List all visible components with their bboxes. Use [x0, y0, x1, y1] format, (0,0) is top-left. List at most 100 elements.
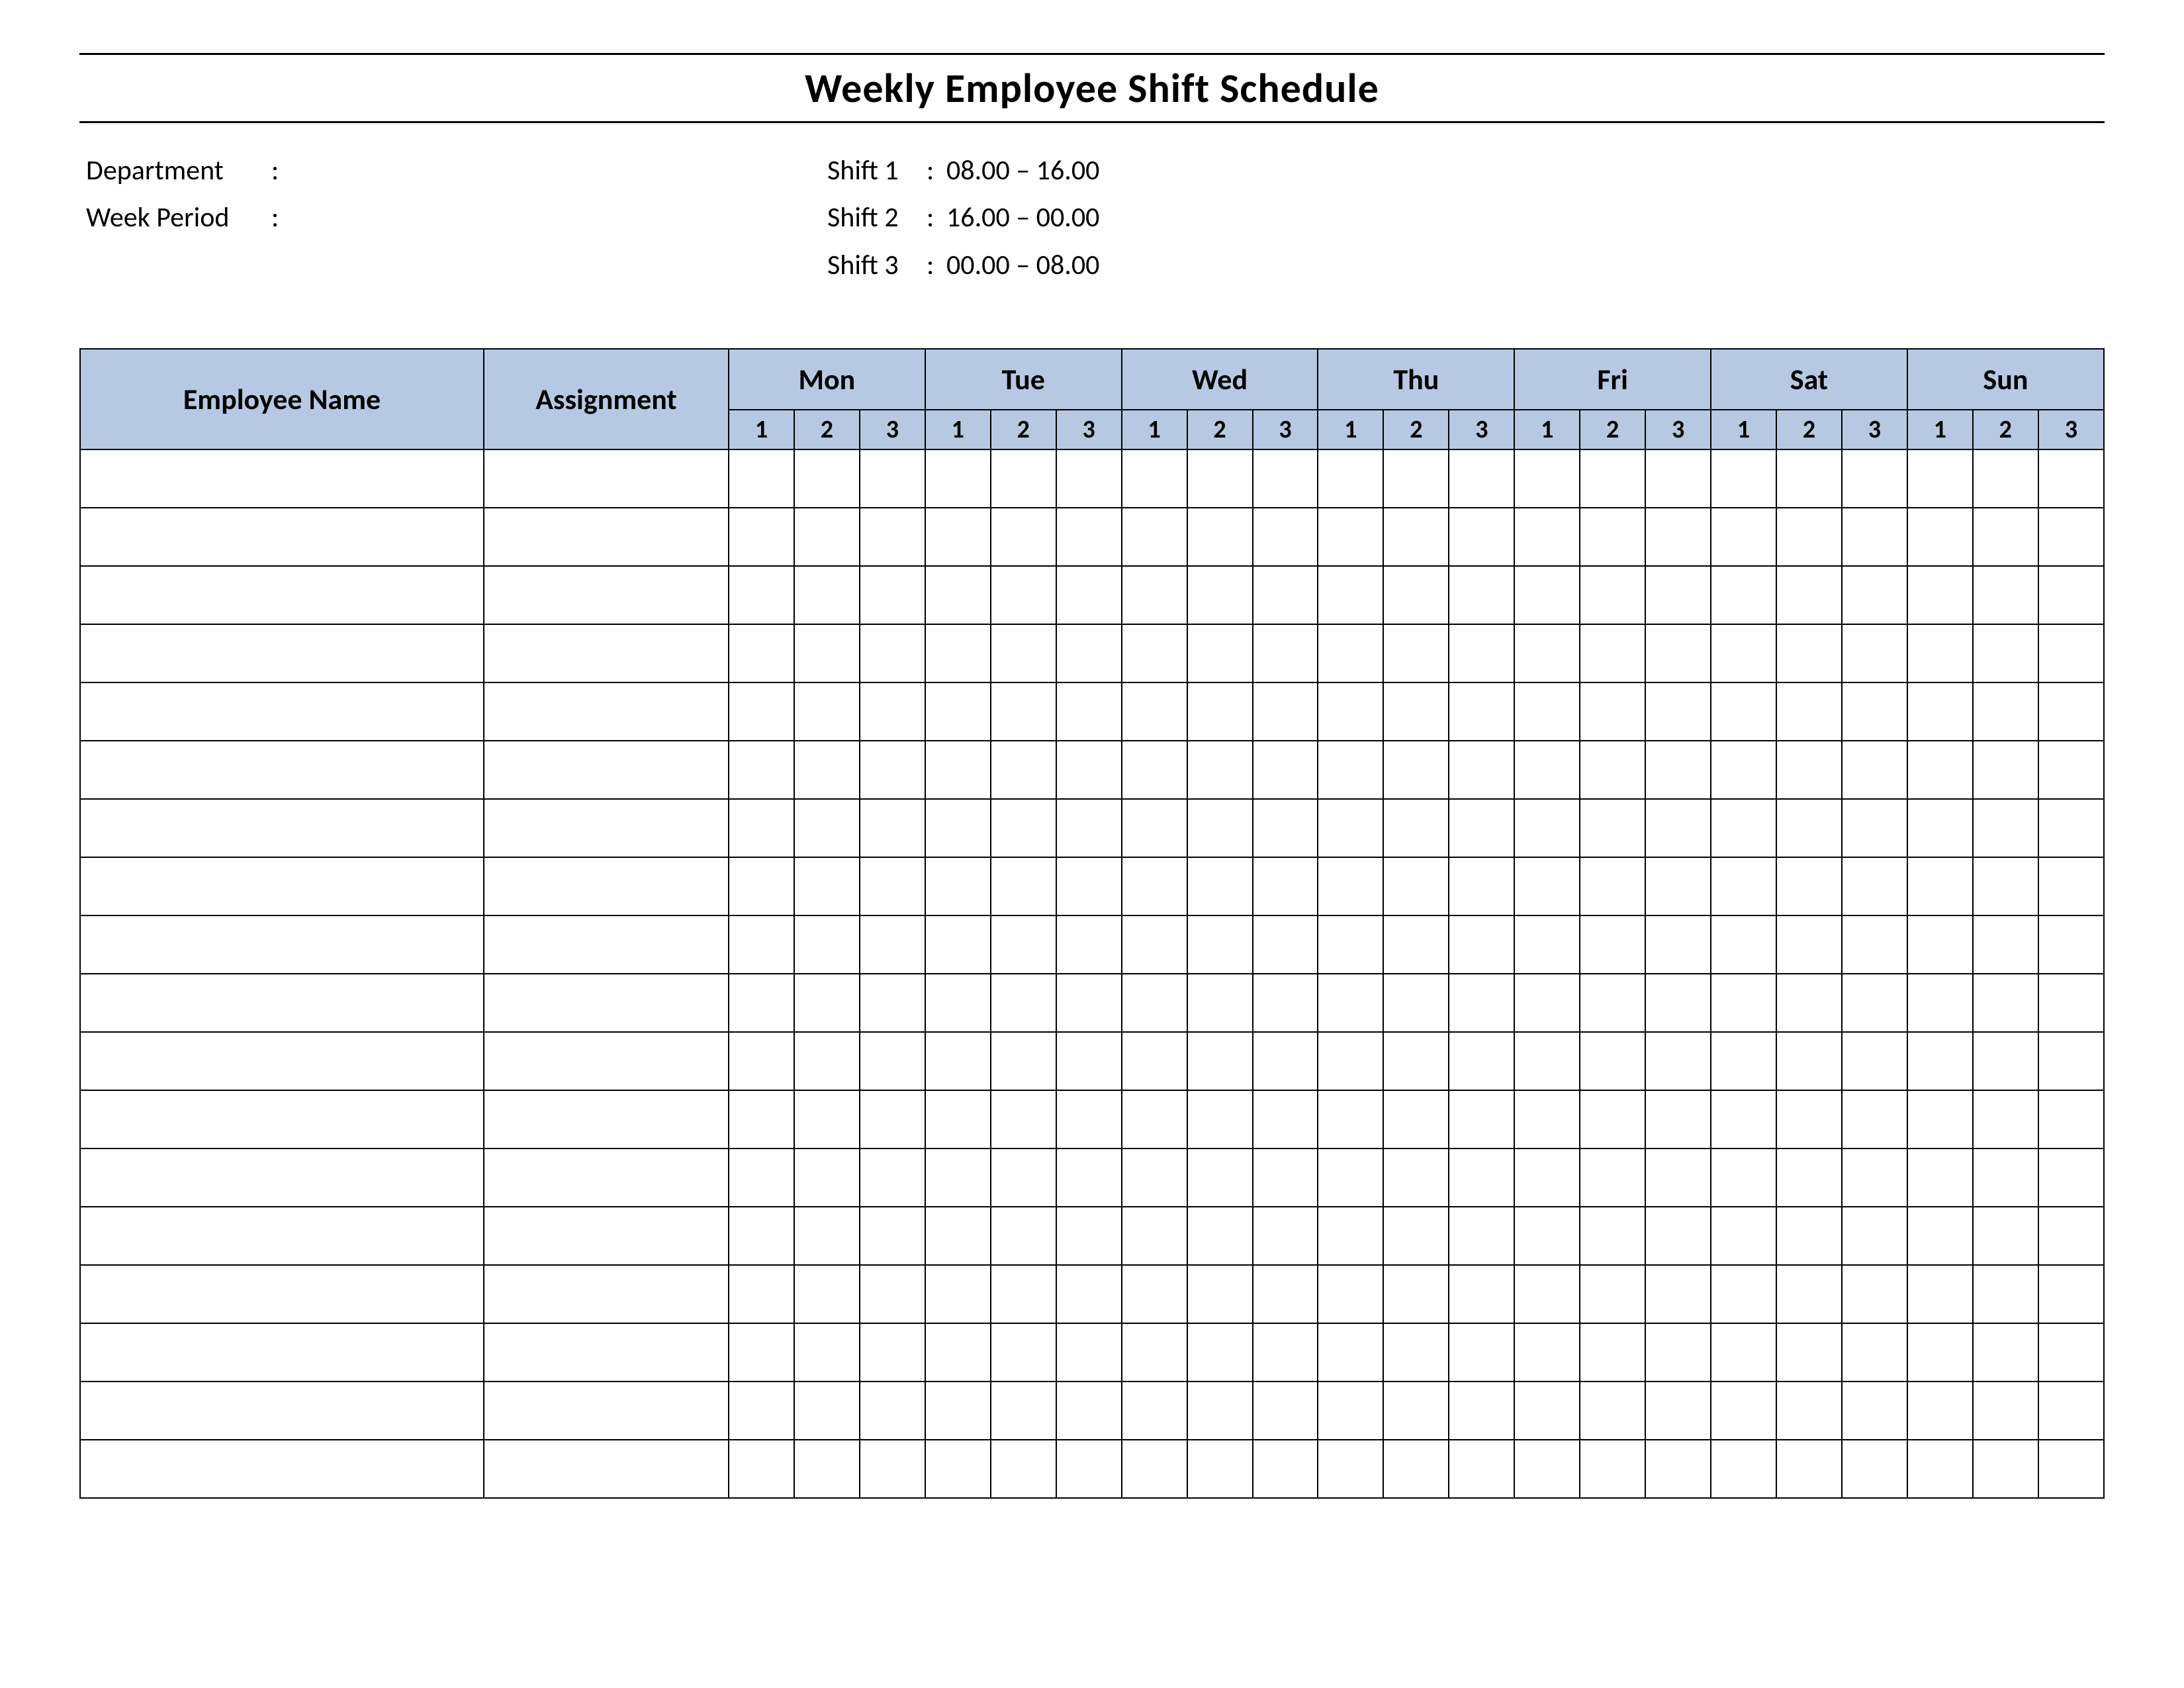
cell-shift — [2038, 682, 2104, 741]
cell-employee-name — [80, 508, 484, 566]
table-row — [80, 974, 2104, 1032]
cell-shift — [794, 1207, 860, 1265]
day-header: Thu — [1318, 349, 1514, 410]
cell-assignment — [484, 1090, 729, 1149]
cell-shift — [1645, 1440, 1711, 1498]
cell-shift — [1253, 1323, 1318, 1382]
cell-shift — [1907, 741, 1973, 799]
cell-shift — [1580, 1440, 1645, 1498]
cell-shift — [794, 508, 860, 566]
cell-shift — [991, 857, 1056, 915]
cell-shift — [1973, 974, 2038, 1032]
page-title: Weekly Employee Shift Schedule — [79, 63, 2105, 113]
cell-shift — [1776, 508, 1842, 566]
cell-shift — [794, 741, 860, 799]
cell-shift — [1383, 1090, 1449, 1149]
cell-shift — [1514, 508, 1580, 566]
cell-shift — [1383, 682, 1449, 741]
cell-shift — [1973, 566, 2038, 624]
cell-shift — [1645, 1032, 1711, 1090]
cell-shift — [1056, 915, 1122, 974]
cell-shift — [1514, 741, 1580, 799]
cell-shift — [1514, 857, 1580, 915]
cell-shift — [1580, 1032, 1645, 1090]
cell-shift — [1645, 508, 1711, 566]
cell-shift — [1842, 1265, 1907, 1323]
shift-number-header: 3 — [1645, 410, 1711, 449]
cell-shift — [1776, 449, 1842, 508]
shift-number-header: 2 — [1580, 410, 1645, 449]
cell-employee-name — [80, 1090, 484, 1149]
cell-shift — [1187, 1440, 1253, 1498]
cell-shift — [1711, 449, 1776, 508]
cell-shift — [860, 915, 925, 974]
cell-shift — [925, 857, 991, 915]
cell-employee-name — [80, 449, 484, 508]
cell-shift — [1645, 1265, 1711, 1323]
cell-shift — [1645, 857, 1711, 915]
cell-shift — [1449, 1440, 1514, 1498]
cell-shift — [729, 1149, 794, 1207]
cell-shift — [1383, 624, 1449, 682]
shift-number-header: 1 — [1318, 410, 1383, 449]
cell-shift — [729, 1032, 794, 1090]
cell-shift — [1187, 1032, 1253, 1090]
table-row — [80, 1090, 2104, 1149]
cell-shift — [794, 1032, 860, 1090]
cell-shift — [1514, 1323, 1580, 1382]
cell-shift — [1318, 449, 1383, 508]
cell-shift — [1645, 682, 1711, 741]
cell-shift — [1776, 1032, 1842, 1090]
cell-shift — [1776, 1323, 1842, 1382]
cell-shift — [1645, 624, 1711, 682]
cell-shift — [1253, 624, 1318, 682]
cell-shift — [1383, 1032, 1449, 1090]
cell-shift — [1383, 1265, 1449, 1323]
cell-shift — [1253, 449, 1318, 508]
cell-shift — [1711, 974, 1776, 1032]
cell-shift — [1122, 1149, 1187, 1207]
cell-shift — [794, 1382, 860, 1440]
cell-shift — [1056, 974, 1122, 1032]
cell-shift — [991, 915, 1056, 974]
cell-shift — [1645, 449, 1711, 508]
cell-employee-name — [80, 974, 484, 1032]
cell-shift — [1973, 1382, 2038, 1440]
cell-shift — [2038, 1440, 2104, 1498]
cell-shift — [1318, 741, 1383, 799]
cell-shift — [1973, 1032, 2038, 1090]
cell-shift — [1514, 799, 1580, 857]
shift-number-header: 2 — [1187, 410, 1253, 449]
cell-shift — [1514, 1207, 1580, 1265]
cell-shift — [860, 1207, 925, 1265]
cell-shift — [1187, 1323, 1253, 1382]
cell-shift — [1187, 1265, 1253, 1323]
day-header: Mon — [729, 349, 925, 410]
cell-shift — [1711, 915, 1776, 974]
cell-shift — [1383, 799, 1449, 857]
meta-block: Department : Week Period : Shift 1 : 08.… — [79, 147, 2105, 289]
cell-assignment — [484, 799, 729, 857]
cell-shift — [1580, 1323, 1645, 1382]
cell-shift — [1449, 799, 1514, 857]
cell-shift — [991, 624, 1056, 682]
meta-department-row: Department : — [86, 147, 788, 194]
cell-shift — [1056, 741, 1122, 799]
meta-sep: : — [927, 147, 946, 194]
cell-shift — [1056, 1323, 1122, 1382]
cell-shift — [1318, 624, 1383, 682]
cell-shift — [1973, 1090, 2038, 1149]
cell-shift — [1776, 682, 1842, 741]
cell-shift — [2038, 1090, 2104, 1149]
cell-shift — [1842, 799, 1907, 857]
cell-shift — [1187, 624, 1253, 682]
cell-shift — [1907, 974, 1973, 1032]
cell-assignment — [484, 449, 729, 508]
cell-shift — [1645, 566, 1711, 624]
cell-shift — [860, 1440, 925, 1498]
cell-shift — [2038, 915, 2104, 974]
cell-shift — [1842, 624, 1907, 682]
cell-shift — [2038, 1032, 2104, 1090]
cell-shift — [1842, 741, 1907, 799]
cell-shift — [2038, 508, 2104, 566]
